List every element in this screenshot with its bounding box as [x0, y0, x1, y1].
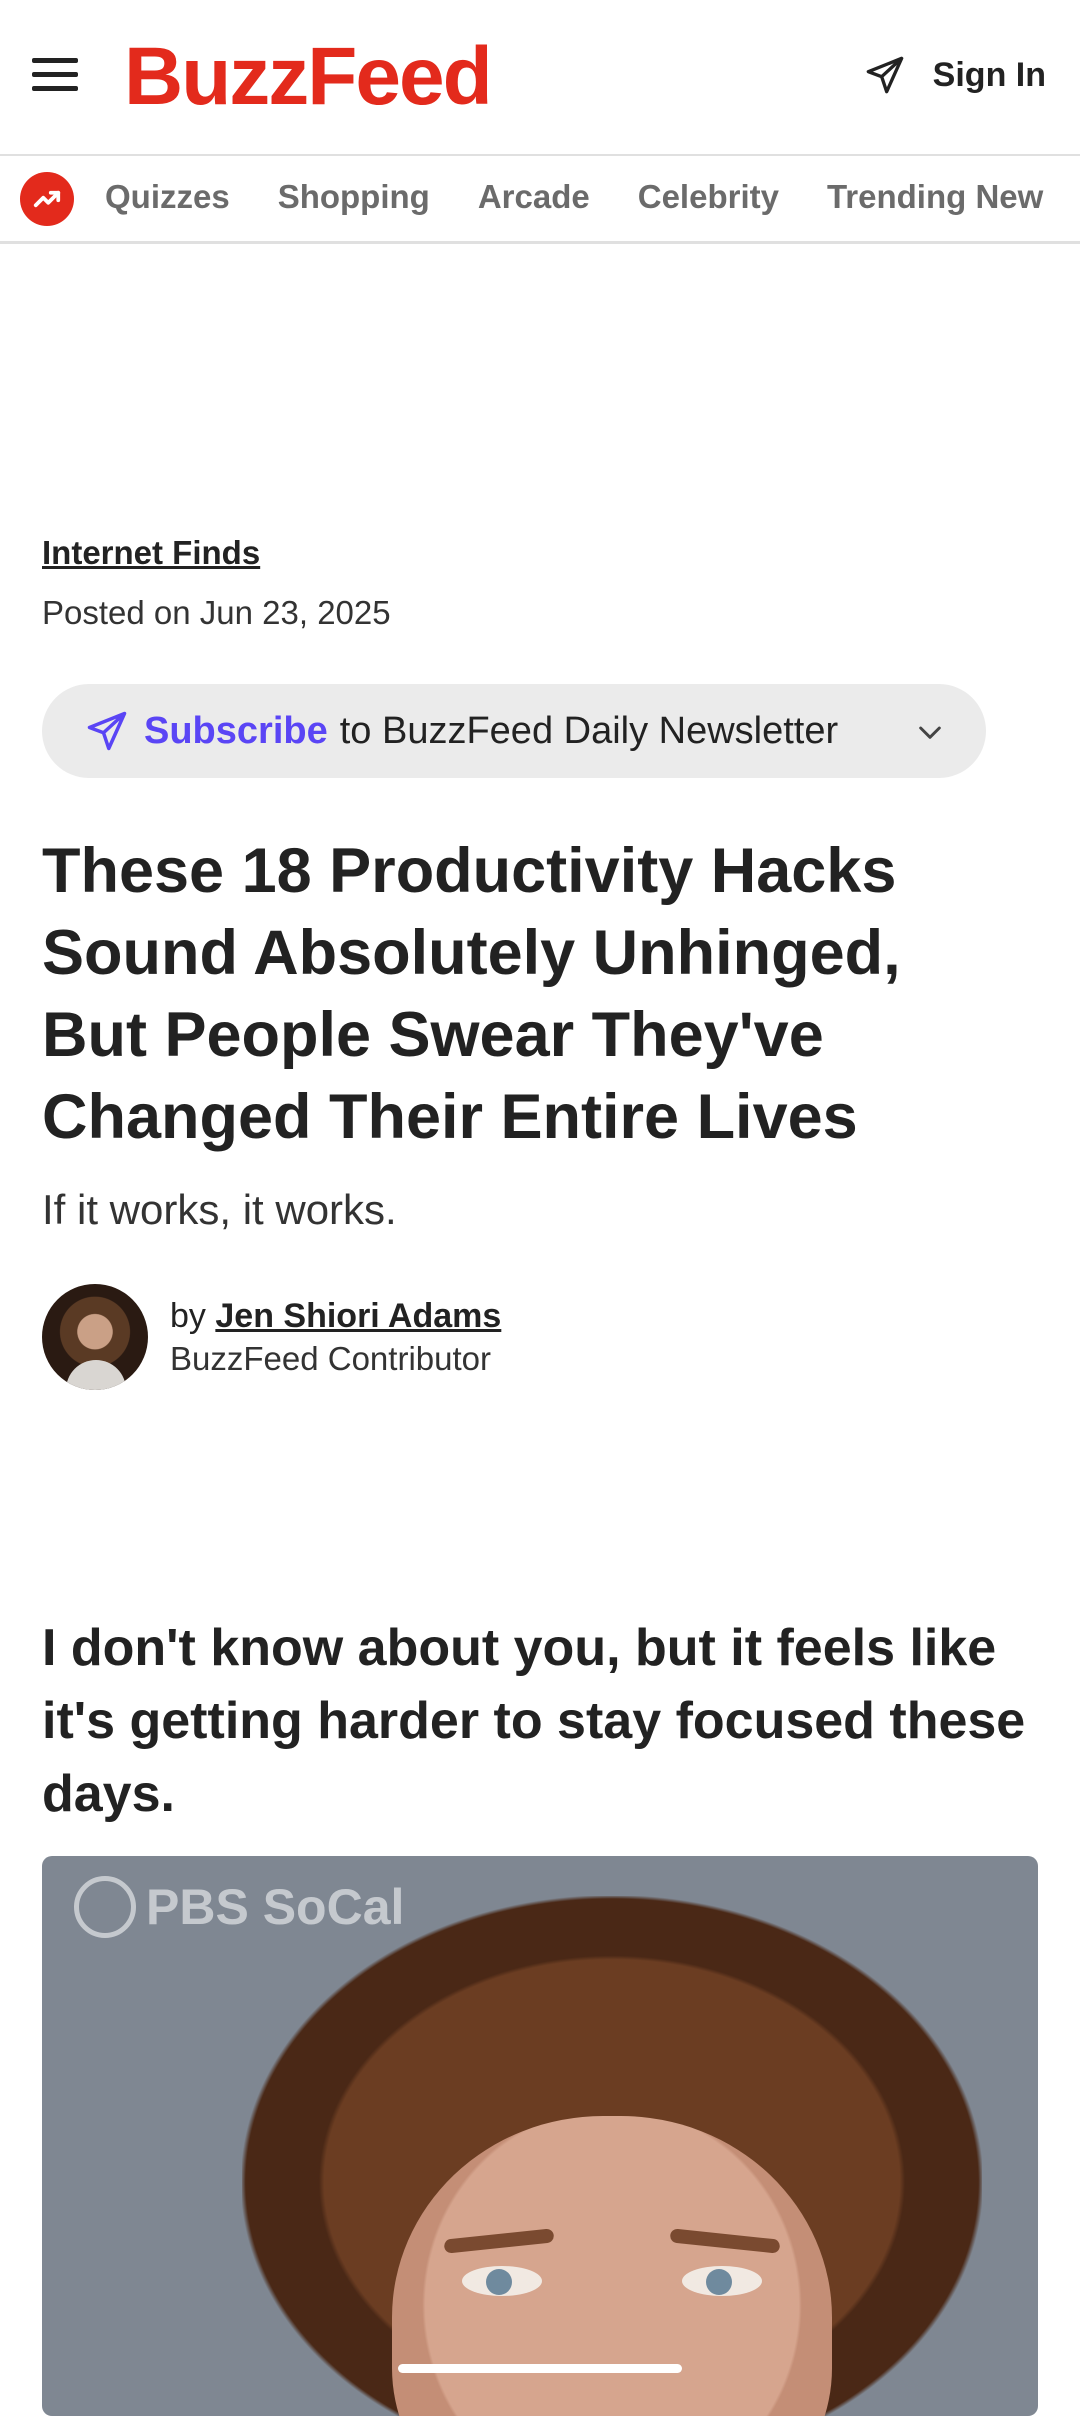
article-dek: If it works, it works. [42, 1186, 397, 1233]
intro-heading: I don't know about you, but it feels lik… [42, 1619, 1026, 1823]
paper-plane-icon [866, 56, 904, 94]
left-brow [443, 2228, 555, 2254]
right-brow [669, 2228, 781, 2254]
posted-date: Posted on Jun 23, 2025 [42, 594, 391, 631]
newsletter-subscribe-button[interactable]: Subscribe to BuzzFeed Daily Newsletter [42, 684, 986, 778]
nav-item-celebrity[interactable]: Celebrity [638, 178, 779, 216]
watermark-text: PBS SoCal [146, 1879, 405, 1935]
site-header: BuzzFeed Sign In [0, 0, 1080, 156]
article-gif[interactable]: PBS SoCal [42, 1856, 1038, 2416]
category-nav: Quizzes Shopping Arcade Celebrity Trendi… [0, 158, 1080, 244]
send-icon [87, 711, 127, 751]
author-role: BuzzFeed Contributor [170, 1339, 491, 1377]
article-headline: These 18 Productivity Hacks Sound Absolu… [42, 836, 901, 1152]
home-indicator[interactable] [398, 2364, 682, 2373]
byline: by Jen Shiori Adams BuzzFeed Contributor [42, 1284, 501, 1390]
left-eye [462, 2266, 542, 2296]
subscribe-link: Subscribe [144, 709, 328, 752]
trending-arrow-icon [33, 190, 61, 208]
author-link[interactable]: Jen Shiori Adams [215, 1297, 501, 1335]
trending-button[interactable] [20, 172, 74, 226]
chevron-down-icon [919, 726, 941, 739]
category-link[interactable]: Internet Finds [42, 534, 260, 572]
sign-in-label: Sign In [932, 55, 1046, 94]
subscribe-text: to BuzzFeed Daily Newsletter [339, 709, 839, 752]
nav-item-arcade[interactable]: Arcade [478, 178, 590, 216]
sign-in-button[interactable]: Sign In [865, 50, 1046, 100]
author-avatar[interactable] [42, 1284, 148, 1390]
pbs-logo-icon [74, 1876, 136, 1938]
right-eye [682, 2266, 762, 2296]
nav-item-trending-news[interactable]: Trending New [827, 178, 1043, 216]
pbs-watermark: PBS SoCal [74, 1876, 404, 1938]
byline-prefix: by [170, 1296, 206, 1335]
hamburger-menu-icon[interactable] [32, 58, 78, 92]
nav-item-shopping[interactable]: Shopping [278, 178, 430, 216]
buzzfeed-logo[interactable]: BuzzFeed [124, 30, 493, 124]
nav-item-quizzes[interactable]: Quizzes [105, 178, 230, 216]
